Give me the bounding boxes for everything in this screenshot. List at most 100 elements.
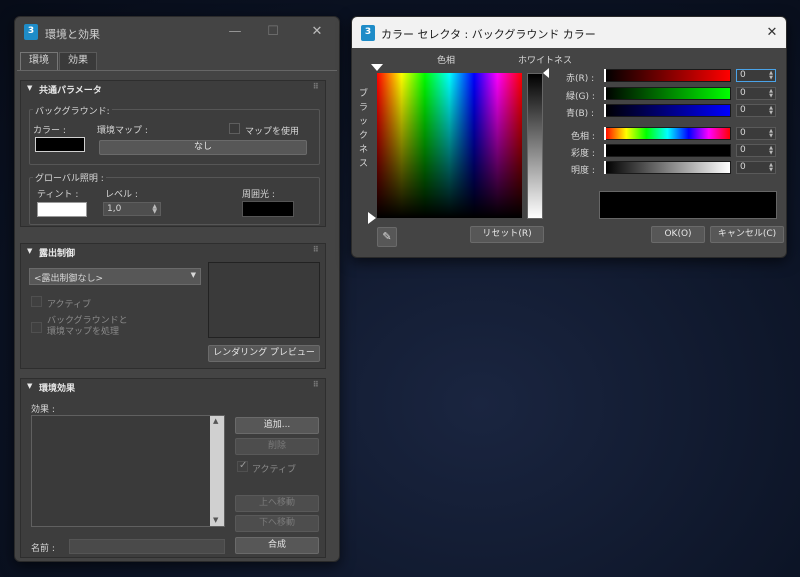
exposure-type-dropdown[interactable]: <露出制御なし> ▼ bbox=[29, 268, 201, 285]
tab-effects[interactable]: 効果 bbox=[59, 52, 97, 70]
red-slider-thumb[interactable] bbox=[604, 69, 606, 82]
effect-name-input[interactable] bbox=[69, 539, 225, 554]
scroll-down-icon[interactable]: ▼ bbox=[213, 516, 218, 524]
hue-blackness-field[interactable] bbox=[377, 73, 522, 218]
spinner-arrows-icon[interactable]: ▲ ▼ bbox=[769, 129, 773, 139]
minimize-icon[interactable]: — bbox=[223, 22, 247, 42]
blackness-axis-label: ブラックネス bbox=[359, 89, 369, 169]
grip-icon[interactable]: ⠿ bbox=[313, 380, 319, 389]
blue-spinner[interactable]: 0 ▲ ▼ bbox=[736, 104, 776, 117]
eyedropper-button[interactable]: ✎ bbox=[377, 227, 397, 247]
hue-slider-thumb[interactable] bbox=[604, 127, 606, 140]
add-effect-button[interactable]: 追加... bbox=[235, 417, 319, 434]
whiteness-bar[interactable] bbox=[527, 73, 543, 219]
spinner-arrows-icon[interactable]: ▲ ▼ bbox=[769, 163, 773, 173]
color-preview bbox=[599, 191, 777, 219]
merge-button[interactable]: 合成 bbox=[235, 537, 319, 554]
level-label: レベル : bbox=[105, 190, 138, 200]
saturation-slider[interactable] bbox=[604, 144, 731, 157]
blue-slider-thumb[interactable] bbox=[604, 104, 606, 117]
background-group-label: バックグラウンド: bbox=[33, 104, 112, 117]
whiteness-marker-icon[interactable] bbox=[543, 68, 549, 78]
green-value: 0 bbox=[740, 88, 746, 98]
common-parameters-header[interactable]: ▼ 共通パラメータ ⠿ bbox=[21, 81, 325, 97]
grip-icon[interactable]: ⠿ bbox=[313, 245, 319, 254]
exposure-active-label: アクティブ bbox=[47, 300, 92, 310]
scroll-up-icon[interactable]: ▲ bbox=[213, 417, 218, 425]
delete-effect-button[interactable]: 削除 bbox=[235, 438, 319, 455]
ambient-color-swatch[interactable] bbox=[242, 201, 294, 217]
close-icon[interactable]: ✕ bbox=[305, 22, 329, 42]
list-scrollbar[interactable]: ▲ ▼ bbox=[210, 416, 224, 526]
maximize-icon[interactable]: ☐ bbox=[261, 22, 285, 42]
spinner-arrows-icon[interactable]: ▲ ▼ bbox=[769, 71, 773, 81]
atmosphere-title: 環境効果 bbox=[39, 384, 76, 394]
effects-label: 効果 : bbox=[31, 405, 55, 415]
background-color-swatch[interactable] bbox=[35, 137, 85, 152]
effect-active-checkbox[interactable] bbox=[237, 460, 248, 472]
red-spinner[interactable]: 0 ▲ ▼ bbox=[736, 69, 776, 82]
exposure-control-header[interactable]: ▼ 露出制御 ⠿ bbox=[21, 244, 325, 260]
spinner-arrows-icon[interactable]: ▲ ▼ bbox=[769, 146, 773, 156]
ok-button[interactable]: OK(O) bbox=[651, 226, 705, 243]
spinner-arrows-icon[interactable]: ▲ ▼ bbox=[152, 204, 157, 215]
hue-slider[interactable] bbox=[604, 127, 731, 140]
move-up-button[interactable]: 上へ移動 bbox=[235, 495, 319, 512]
use-map-checkbox[interactable] bbox=[229, 123, 240, 134]
hue-marker-icon[interactable] bbox=[371, 64, 383, 71]
saturation-slider-thumb[interactable] bbox=[604, 144, 606, 157]
effects-list[interactable]: ▲ ▼ bbox=[31, 415, 225, 527]
level-spinner[interactable]: 1,0 ▲ ▼ bbox=[103, 202, 161, 216]
value-spinner[interactable]: 0 ▲ ▼ bbox=[736, 161, 776, 174]
color-label: カラー : bbox=[33, 126, 66, 136]
spinner-arrows-icon[interactable]: ▲ ▼ bbox=[769, 106, 773, 116]
exposure-preview-area bbox=[208, 262, 320, 338]
name-label: 名前 : bbox=[31, 544, 55, 554]
exposure-type-value: <露出制御なし> bbox=[34, 274, 104, 284]
grip-icon[interactable]: ⠿ bbox=[313, 82, 319, 91]
collapse-triangle-icon: ▼ bbox=[27, 247, 33, 255]
hue-spinner[interactable]: 0 ▲ ▼ bbox=[736, 127, 776, 140]
close-icon[interactable]: ✕ bbox=[760, 23, 784, 43]
exposure-control-title: 露出制御 bbox=[39, 249, 76, 259]
blackness-marker-icon[interactable] bbox=[368, 212, 376, 224]
render-preview-button[interactable]: レンダリング プレビュー bbox=[208, 345, 320, 362]
use-map-label: マップを使用 bbox=[245, 127, 300, 137]
tab-environment[interactable]: 環境 bbox=[20, 52, 58, 70]
envmap-none-button[interactable]: なし bbox=[99, 140, 307, 155]
red-value: 0 bbox=[740, 70, 746, 80]
reset-button[interactable]: リセット(R) bbox=[470, 226, 544, 243]
original-color-swatch[interactable] bbox=[688, 192, 776, 218]
value-label: 明度 : bbox=[571, 166, 595, 176]
hue-label: 色相 : bbox=[571, 132, 595, 142]
spinner-arrows-icon[interactable]: ▲ ▼ bbox=[769, 89, 773, 99]
envmap-label: 環境マップ : bbox=[97, 126, 148, 136]
exposure-control-rollout: ▼ 露出制御 ⠿ <露出制御なし> ▼ アクティブ バックグラウンドと 環境マッ… bbox=[20, 243, 326, 369]
green-slider[interactable] bbox=[604, 87, 731, 100]
red-slider[interactable] bbox=[604, 69, 731, 82]
tab-divider bbox=[17, 70, 337, 71]
tab-environment-label: 環境 bbox=[29, 55, 49, 66]
color-selector-window: 3 カラー セレクタ : バックグラウンド カラー ✕ 色相 ホワイトネス ブラ… bbox=[351, 16, 787, 258]
green-slider-thumb[interactable] bbox=[604, 87, 606, 100]
move-down-button[interactable]: 下へ移動 bbox=[235, 515, 319, 532]
green-spinner[interactable]: 0 ▲ ▼ bbox=[736, 87, 776, 100]
value-slider[interactable] bbox=[604, 161, 731, 174]
tint-label: ティント : bbox=[37, 190, 79, 200]
value-value: 0 bbox=[740, 162, 746, 172]
tint-color-swatch[interactable] bbox=[37, 202, 87, 217]
exposure-active-checkbox[interactable] bbox=[31, 296, 42, 307]
saturation-spinner[interactable]: 0 ▲ ▼ bbox=[736, 144, 776, 157]
saturation-label: 彩度 : bbox=[571, 149, 595, 159]
color-selector-titlebar[interactable]: 3 カラー セレクタ : バックグラウンド カラー ✕ bbox=[352, 17, 786, 48]
cancel-button[interactable]: キャンセル(C) bbox=[710, 226, 784, 243]
hue-value: 0 bbox=[740, 128, 746, 138]
atmosphere-header[interactable]: ▼ 環境効果 ⠿ bbox=[21, 379, 325, 395]
blue-value: 0 bbox=[740, 105, 746, 115]
env-titlebar[interactable]: 3 環境と効果 — ☐ ✕ bbox=[15, 17, 339, 47]
blue-slider[interactable] bbox=[604, 104, 731, 117]
value-slider-thumb[interactable] bbox=[604, 161, 606, 174]
tab-effects-label: 効果 bbox=[68, 55, 88, 66]
process-background-checkbox[interactable] bbox=[31, 322, 42, 333]
global-lighting-label: グローバル照明 : bbox=[33, 171, 106, 184]
